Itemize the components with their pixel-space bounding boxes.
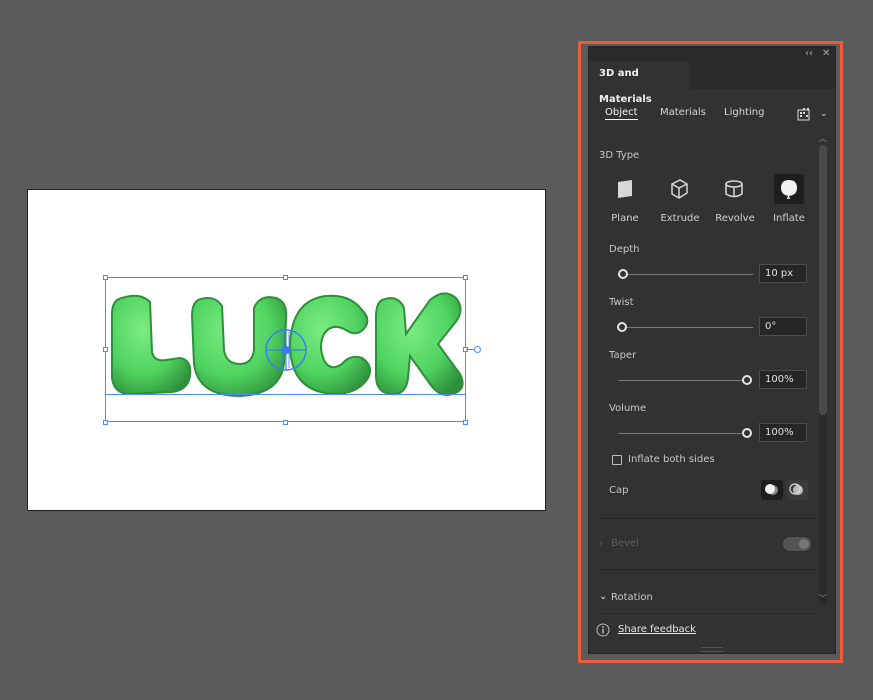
scrollbar-thumb[interactable] [819, 145, 827, 415]
plane-label: Plane [611, 213, 639, 224]
inflate-label: Inflate [773, 213, 805, 224]
footer-divider [597, 613, 817, 614]
volume-input[interactable]: 100% [759, 423, 807, 442]
taper-slider-knob[interactable] [742, 375, 752, 385]
bevel-toggle[interactable] [783, 537, 811, 551]
extrude-button[interactable] [664, 174, 694, 204]
panel-scrollbar[interactable] [819, 145, 827, 605]
render-settings-icon[interactable] [797, 107, 811, 121]
inflate-icon [781, 180, 797, 199]
extrude-label: Extrude [660, 213, 700, 224]
section-divider [597, 569, 817, 570]
twist-slider-track[interactable] [618, 327, 753, 328]
subtab-lighting[interactable]: Lighting [724, 107, 764, 118]
cap-on-button[interactable] [761, 480, 783, 500]
extrude-icon [671, 179, 688, 199]
revolve-button[interactable] [719, 174, 749, 204]
depth-slider-track[interactable] [618, 274, 753, 275]
revolve-icon [725, 180, 743, 198]
close-panel-icon[interactable]: ✕ [822, 47, 830, 61]
handle-top-left[interactable] [103, 275, 108, 280]
rotation-label: Rotation [611, 592, 653, 603]
handle-middle-left[interactable] [103, 347, 108, 352]
handle-bottom-right[interactable] [463, 420, 468, 425]
inflate-both-sides-checkbox[interactable] [612, 455, 622, 465]
depth-label: Depth [609, 244, 640, 255]
inflate-button[interactable] [774, 174, 804, 204]
bevel-chevron-icon[interactable]: › [599, 538, 603, 549]
baseline-guide [105, 394, 466, 395]
handle-bottom-left[interactable] [103, 420, 108, 425]
taper-slider-track[interactable] [618, 380, 748, 381]
resize-grip[interactable] [701, 647, 723, 652]
info-icon [596, 623, 610, 637]
cap-off-button[interactable] [786, 480, 808, 500]
scroll-down-arrow-icon[interactable]: ﹀ [819, 593, 827, 604]
handle-top-right[interactable] [463, 275, 468, 280]
depth-slider-knob[interactable] [618, 269, 628, 279]
bevel-toggle-knob [799, 539, 809, 549]
cap-label: Cap [609, 485, 629, 496]
bevel-label: Bevel [611, 538, 639, 549]
rotation-chevron-icon[interactable]: ⌄ [599, 591, 607, 602]
volume-slider-track[interactable] [618, 433, 748, 434]
volume-label: Volume [609, 403, 647, 414]
handle-top-center[interactable] [283, 275, 288, 280]
section-divider [597, 518, 817, 519]
plane-button[interactable] [610, 174, 640, 204]
depth-input[interactable]: 10 px [759, 264, 807, 283]
cap-off-icon [789, 483, 803, 495]
taper-label: Taper [609, 350, 637, 361]
collapse-panel-icon[interactable]: ‹‹ [805, 47, 813, 61]
inflate-both-sides-label: Inflate both sides [628, 454, 715, 465]
cap-on-icon [765, 484, 778, 495]
scroll-up-arrow-icon[interactable]: ︿ [819, 133, 827, 144]
volume-slider-knob[interactable] [742, 428, 752, 438]
twist-input[interactable]: 0° [759, 317, 807, 336]
handle-bottom-center[interactable] [283, 420, 288, 425]
twist-label: Twist [609, 297, 634, 308]
taper-input[interactable]: 100% [759, 370, 807, 389]
render-options-chevron-icon[interactable]: ⌄ [820, 109, 828, 119]
3d-widget-crosshair-icon[interactable] [264, 328, 308, 372]
share-feedback-link[interactable]: Share feedback [618, 624, 696, 635]
subtab-materials[interactable]: Materials [660, 107, 706, 118]
3d-materials-panel: ‹‹ ✕ 3D and Materials Object Materials L… [588, 46, 836, 654]
panel-title-strip: ‹‹ ✕ [589, 47, 835, 61]
plane-icon [618, 180, 632, 198]
twist-slider-knob[interactable] [617, 322, 627, 332]
revolve-label: Revolve [715, 213, 755, 224]
tab-3d-and-materials[interactable]: 3D and Materials [589, 61, 689, 105]
rotation-handle[interactable] [474, 346, 481, 353]
subtab-object[interactable]: Object [605, 107, 638, 120]
3d-type-heading: 3D Type [599, 150, 640, 161]
panel-tab-bar: 3D and Materials [589, 61, 835, 105]
